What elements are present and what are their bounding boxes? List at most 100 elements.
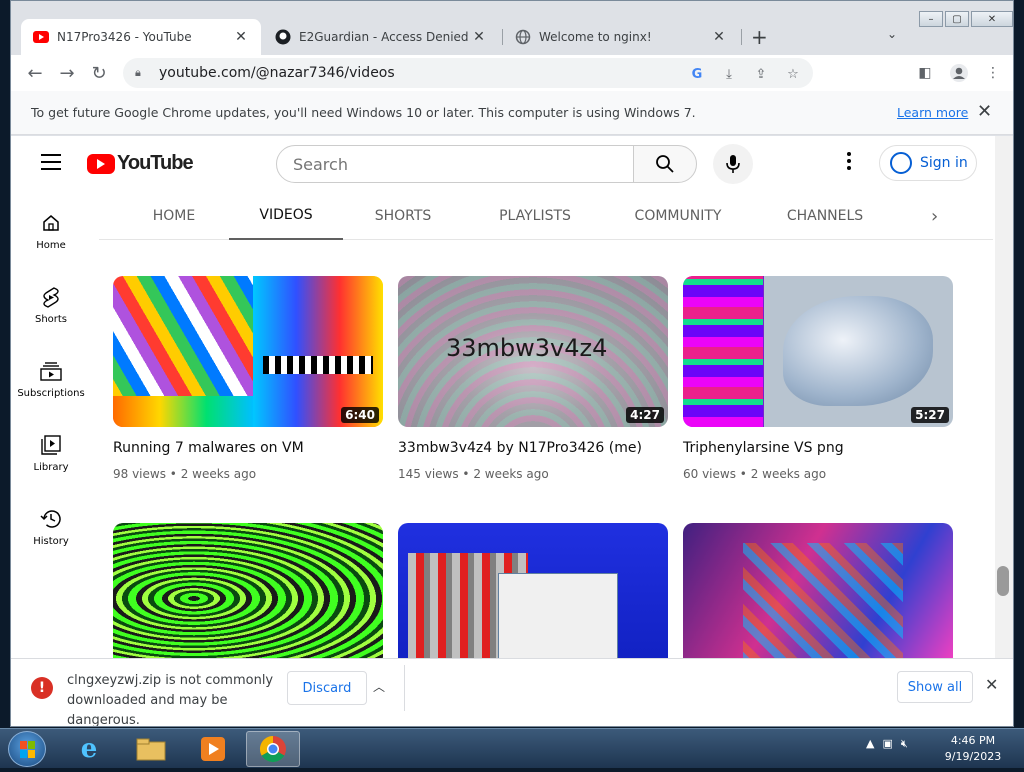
start-button[interactable]	[8, 731, 46, 767]
scrollbar-thumb[interactable]	[997, 566, 1009, 596]
subscriptions-icon	[40, 360, 62, 382]
maximize-icon[interactable]: ▢	[945, 11, 969, 27]
chevron-right-icon[interactable]: ›	[931, 206, 938, 227]
search-input[interactable]: Search	[276, 145, 634, 183]
sign-in-button[interactable]: Sign in	[879, 145, 977, 181]
settings-menu-icon[interactable]	[847, 152, 853, 173]
chevron-up-icon[interactable]: ︿	[373, 678, 385, 695]
tab-videos[interactable]: VIDEOS	[229, 192, 343, 240]
video-card[interactable]	[683, 523, 953, 658]
search-button[interactable]	[633, 145, 697, 183]
google-icon[interactable]: G	[687, 64, 707, 84]
tab-search-chevron-icon[interactable]: ⌄	[887, 27, 897, 41]
new-tab-icon[interactable]: +	[751, 25, 768, 49]
share-icon[interactable]: ⇪	[751, 64, 771, 84]
video-title[interactable]: 33mbw3v4z4 by N17Pro3426 (me)	[398, 440, 668, 456]
video-card[interactable]	[398, 523, 668, 658]
tab-title: N17Pro3426 - YouTube	[57, 30, 192, 44]
video-card[interactable]: 5:27 Triphenylarsine VS png 60 views • 2…	[683, 276, 953, 481]
minimize-icon[interactable]: –	[919, 11, 943, 27]
sidebar-label: Shorts	[34, 314, 68, 325]
close-window-icon[interactable]: ✕	[971, 11, 1013, 27]
bookmark-star-icon[interactable]: ☆	[783, 64, 803, 84]
windows-logo-icon	[20, 741, 35, 758]
close-tab-icon[interactable]: ✕	[233, 29, 249, 45]
tab-community[interactable]: COMMUNITY	[623, 192, 733, 240]
voice-search-button[interactable]	[713, 144, 753, 184]
volume-muted-icon[interactable]: 🔇︎	[901, 737, 908, 751]
internet-explorer-icon: e	[80, 734, 98, 764]
video-views: 60 views	[683, 467, 736, 481]
video-card[interactable]	[113, 523, 383, 658]
video-views: 98 views	[113, 467, 166, 481]
close-tab-icon[interactable]: ✕	[471, 29, 487, 45]
discard-button[interactable]: Discard	[287, 671, 367, 705]
video-meta: 145 views • 2 weeks ago	[398, 467, 549, 481]
tab-home[interactable]: HOME	[135, 192, 213, 240]
learn-more-link[interactable]: Learn more	[897, 105, 968, 120]
clock[interactable]: 4:46 PM 9/19/2023	[940, 733, 1006, 765]
youtube-logo[interactable]: YouTube	[87, 152, 194, 175]
forward-icon[interactable]: →	[51, 57, 83, 89]
tab-channels[interactable]: CHANNELS	[775, 192, 875, 240]
taskbar-media-player[interactable]	[186, 731, 240, 767]
video-title[interactable]: Triphenylarsine VS png	[683, 440, 953, 456]
youtube-sidebar: Home Shorts Subscriptions Library Histor…	[11, 192, 91, 658]
video-meta: 98 views • 2 weeks ago	[113, 467, 257, 481]
sidebar-item-library[interactable]: Library	[11, 434, 91, 473]
tab-youtube[interactable]: N17Pro3426 - YouTube ✕	[21, 19, 261, 55]
url-text: youtube.com/@nazar7346/videos	[159, 65, 395, 81]
close-download-bar-icon[interactable]: ✕	[985, 675, 998, 694]
taskbar-chrome[interactable]	[246, 731, 300, 767]
video-age: 2 weeks ago	[750, 467, 827, 481]
video-duration: 6:40	[341, 407, 379, 423]
address-bar[interactable]: 🔒︎ youtube.com/@nazar7346/videos G ⤓ ⇪ ☆	[123, 58, 813, 88]
tab-title: Welcome to nginx!	[539, 30, 652, 44]
side-panel-icon[interactable]: ◧	[911, 59, 939, 87]
video-thumbnail[interactable]: 33mbw3v4z4 4:27	[398, 276, 668, 427]
tab-shorts[interactable]: SHORTS	[361, 192, 445, 240]
page-scrollbar[interactable]	[995, 136, 1013, 658]
chrome-window: N17Pro3426 - YouTube ✕ E2Guardian - Acce…	[10, 0, 1014, 727]
chrome-menu-icon[interactable]: ⋮	[979, 59, 1007, 87]
sidebar-label: History	[33, 536, 69, 547]
youtube-header: YouTube Search Sign in	[11, 136, 995, 192]
video-thumbnail[interactable]	[398, 523, 668, 658]
show-all-button[interactable]: Show all	[897, 671, 973, 703]
video-thumbnail[interactable]	[113, 523, 383, 658]
sidebar-item-history[interactable]: History	[11, 508, 91, 547]
taskbar-ie[interactable]: e	[62, 731, 116, 767]
reload-icon[interactable]: ↻	[83, 57, 115, 89]
video-thumbnail[interactable]: 6:40	[113, 276, 383, 427]
video-card[interactable]: 33mbw3v4z4 4:27 33mbw3v4z4 by N17Pro3426…	[398, 276, 668, 481]
clock-date: 9/19/2023	[944, 750, 1002, 763]
video-title[interactable]: Running 7 malwares on VM	[113, 440, 383, 456]
tab-e2guardian[interactable]: E2Guardian - Access Denied ✕	[263, 19, 499, 55]
show-hidden-icons-icon[interactable]: ▲	[866, 737, 874, 751]
video-card[interactable]: 6:40 Running 7 malwares on VM 98 views •…	[113, 276, 383, 481]
system-tray: ▲ ▣ 🔇︎	[866, 737, 908, 751]
tab-playlists[interactable]: PLAYLISTS	[483, 192, 587, 240]
menu-icon[interactable]	[41, 154, 61, 175]
tab-strip: N17Pro3426 - YouTube ✕ E2Guardian - Acce…	[11, 1, 1013, 55]
folder-icon	[136, 738, 166, 761]
network-icon[interactable]: ▣	[882, 737, 892, 751]
sign-in-label: Sign in	[920, 155, 968, 171]
sidebar-item-shorts[interactable]: Shorts	[11, 286, 91, 325]
install-app-icon[interactable]: ⤓	[719, 64, 739, 84]
back-icon[interactable]: ←	[19, 57, 51, 89]
video-thumbnail[interactable]: 5:27	[683, 276, 953, 427]
search-placeholder: Search	[293, 154, 348, 174]
tab-nginx[interactable]: Welcome to nginx! ✕	[503, 19, 739, 55]
taskbar-explorer[interactable]	[124, 731, 178, 767]
library-icon	[40, 434, 62, 456]
youtube-page: YouTube Search Sign in Home Shorts Subsc…	[11, 136, 995, 658]
lock-icon[interactable]: 🔒︎	[135, 66, 149, 80]
sidebar-item-home[interactable]: Home	[11, 212, 91, 251]
close-tab-icon[interactable]: ✕	[711, 29, 727, 45]
github-favicon-icon	[275, 29, 291, 45]
sidebar-item-subscriptions[interactable]: Subscriptions	[11, 360, 91, 399]
video-thumbnail[interactable]	[683, 523, 953, 658]
close-infobar-icon[interactable]: ✕	[977, 101, 992, 122]
profile-icon[interactable]	[945, 59, 973, 87]
